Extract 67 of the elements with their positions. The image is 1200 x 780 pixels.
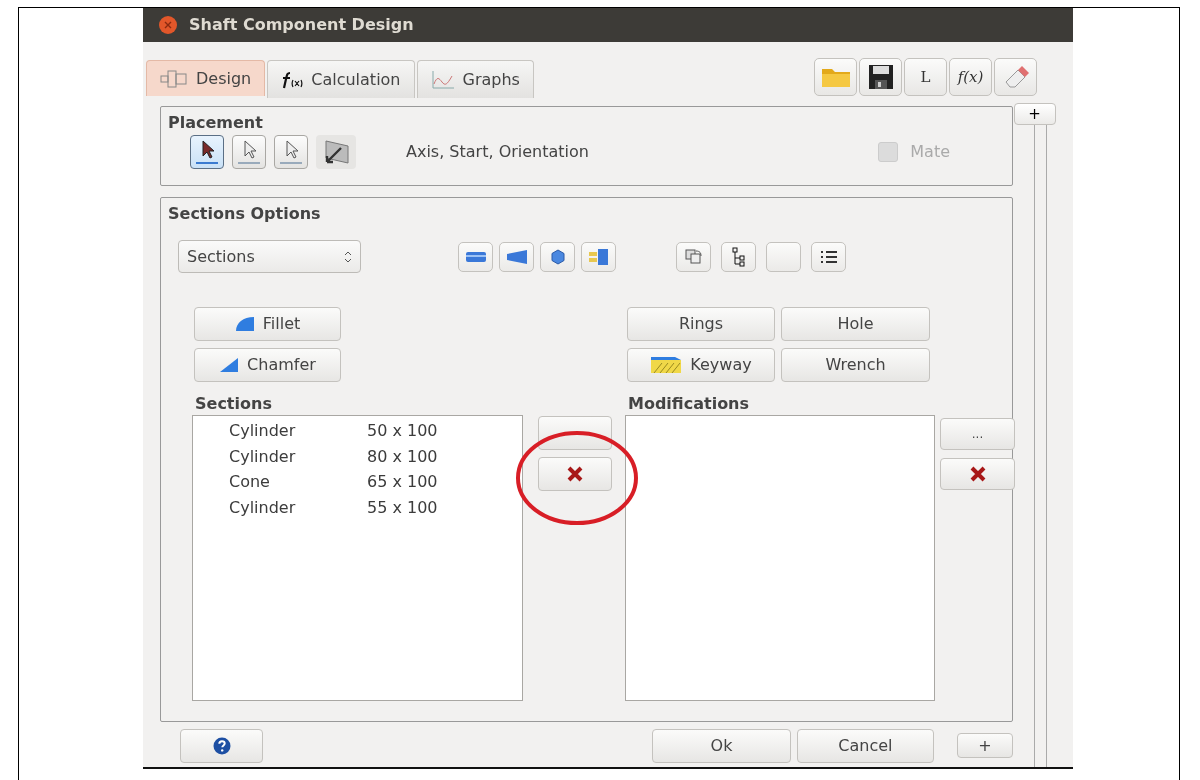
fillet-button[interactable]: Fillet [194,307,341,341]
list-label: Sections [194,393,273,415]
mode-button[interactable] [316,135,356,169]
shape-button[interactable] [540,241,575,272]
delete-button[interactable] [538,457,612,491]
toolbar-button[interactable]: L [904,58,947,96]
footer-button[interactable]: Cancel [796,728,934,763]
pointer-icon [236,138,262,166]
shape-button[interactable] [458,241,493,272]
fillet-icon [234,316,255,332]
save-button[interactable] [859,58,902,96]
cylinder-icon [464,250,487,263]
view-button[interactable] [811,241,846,272]
shape-button[interactable] [499,241,534,272]
pointer-icon [278,138,304,166]
close-icon[interactable] [159,16,177,34]
footer-button[interactable]: Ok [652,728,791,763]
list-item-text[interactable]: 55 x 100 [367,494,438,520]
clear-button[interactable] [994,58,1037,96]
add-button[interactable]: + [1013,103,1056,125]
tab[interactable]: Graphs [416,60,534,98]
modification-button[interactable]: Keyway [627,348,775,382]
delete-icon [969,466,986,482]
mode-button[interactable] [190,135,224,169]
list-item-text[interactable]: Cylinder [229,494,367,520]
tab[interactable]: Calculation [267,60,415,98]
modification-button[interactable]: Rings [627,307,775,341]
spinner-icon [344,249,352,264]
group-title: Placement [167,112,264,134]
help-button[interactable] [180,728,264,763]
list-item-text[interactable]: 50 x 100 [367,418,438,444]
chamfer-button[interactable]: Chamfer [194,348,341,382]
modification-button[interactable]: Hole [781,307,930,341]
list-item-text[interactable]: 80 x 100 [367,443,438,469]
help-icon [212,736,231,755]
hexagon-icon [549,248,566,265]
copy-icon [683,247,704,266]
window-title: Shaft Component Design [189,14,414,36]
list-item-text[interactable]: Cylinder [229,418,367,444]
section-type-dropdown[interactable]: Sections [178,240,361,273]
tree-icon [731,246,746,267]
sections-icon [587,247,610,266]
more-button[interactable]: ... [940,418,1015,450]
list-icon [819,249,838,264]
line-chart-icon [430,69,455,90]
list-item-text[interactable]: 65 x 100 [367,469,438,495]
checkbox-label: Mate [910,141,950,163]
modification-button[interactable]: Wrench [781,348,930,382]
chamfer-icon [219,357,240,373]
cone-icon [505,248,528,265]
shaft-icon [160,69,188,88]
shape-button[interactable] [581,241,616,272]
pointer-icon [194,138,220,166]
placement-description: Axis, Start, Orientation [406,141,589,163]
function-icon [281,70,304,89]
footer-button[interactable]: + [957,733,1013,758]
toolbar-button[interactable]: f(x) [949,58,992,96]
list-item-text[interactable]: Cylinder [229,443,367,469]
list-item-text[interactable]: Cone [229,469,367,495]
tab[interactable]: Design [146,60,266,96]
list-label: Modifications [627,393,751,415]
delete-icon [567,466,583,482]
delete-button[interactable] [940,458,1015,490]
folder-icon [820,66,851,88]
group-title: Sections Options [167,203,322,225]
keyway-icon [650,356,683,374]
save-icon [867,64,894,90]
